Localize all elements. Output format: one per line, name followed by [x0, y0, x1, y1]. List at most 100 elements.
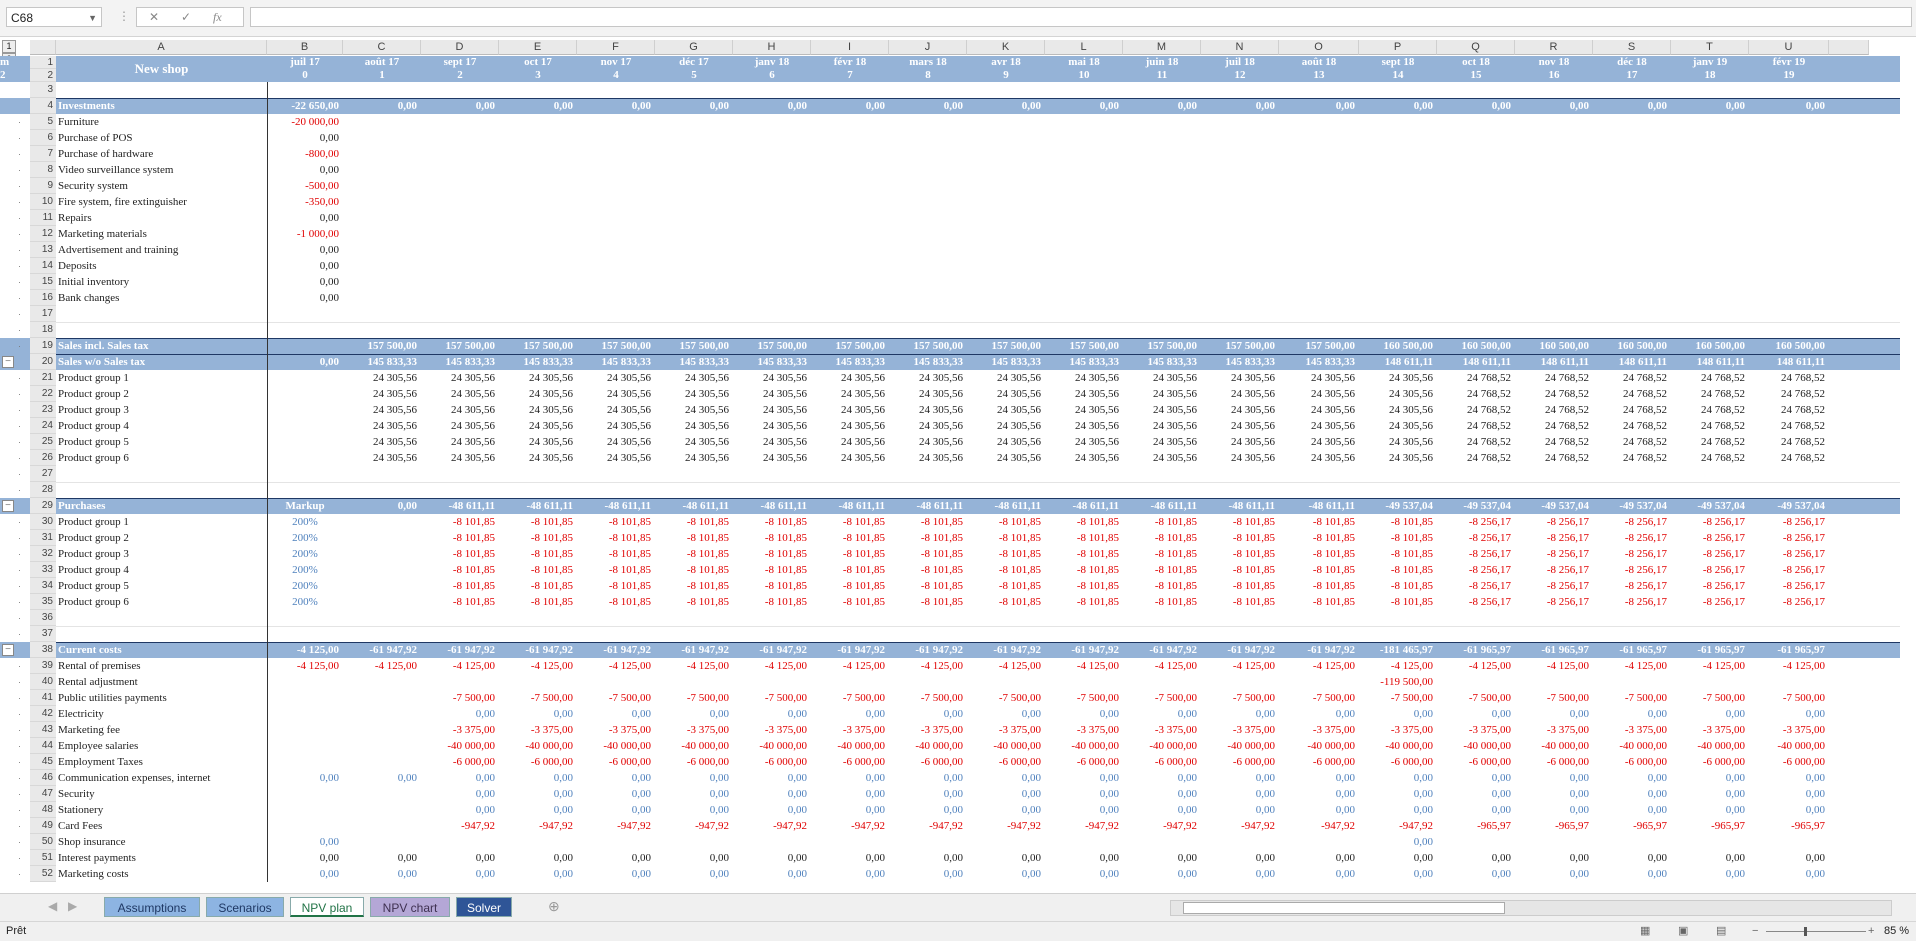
- row-label[interactable]: Marketing materials: [56, 226, 267, 242]
- value-cell[interactable]: [967, 114, 1045, 130]
- value-cell[interactable]: -8 101,85: [421, 514, 499, 530]
- value-cell[interactable]: 0,00: [1593, 850, 1671, 866]
- zoom-slider[interactable]: [1766, 927, 1866, 936]
- value-cell[interactable]: 0,00: [1279, 770, 1359, 786]
- row-label[interactable]: Purchase of hardware: [56, 146, 267, 162]
- value-cell[interactable]: [811, 834, 889, 850]
- value-cell[interactable]: 0,00: [1123, 706, 1201, 722]
- value-cell[interactable]: [1359, 258, 1437, 274]
- value-cell[interactable]: [1515, 210, 1593, 226]
- value-cell[interactable]: -947,92: [1123, 818, 1201, 834]
- value-cell[interactable]: -8 101,85: [1279, 514, 1359, 530]
- value-cell[interactable]: [1515, 242, 1593, 258]
- value-cell[interactable]: [1749, 210, 1829, 226]
- row-header[interactable]: 39: [30, 658, 56, 674]
- value-cell[interactable]: 0,00: [1123, 850, 1201, 866]
- column-header-L[interactable]: L: [1045, 40, 1123, 55]
- value-cell[interactable]: -947,92: [811, 818, 889, 834]
- value-cell[interactable]: -947,92: [655, 818, 733, 834]
- value-cell[interactable]: [1359, 290, 1437, 306]
- value-cell[interactable]: -8 101,85: [1359, 562, 1437, 578]
- value-cell[interactable]: -6 000,00: [1201, 754, 1279, 770]
- value-cell[interactable]: -8 101,85: [1359, 578, 1437, 594]
- value-cell[interactable]: -3 375,00: [1123, 722, 1201, 738]
- value-cell[interactable]: -7 500,00: [1123, 690, 1201, 706]
- value-cell[interactable]: -40 000,00: [1359, 738, 1437, 754]
- value-cell[interactable]: [499, 242, 577, 258]
- value-cell[interactable]: 24 305,56: [343, 386, 421, 402]
- value-cell[interactable]: 0,00: [1593, 866, 1671, 882]
- value-cell[interactable]: 0,00: [1359, 770, 1437, 786]
- value-cell[interactable]: [967, 258, 1045, 274]
- value-cell[interactable]: 24 305,56: [889, 450, 967, 466]
- row-label[interactable]: Initial inventory: [56, 274, 267, 290]
- value-cell[interactable]: [1201, 114, 1279, 130]
- value-cell[interactable]: [577, 674, 655, 690]
- value-cell[interactable]: [1045, 130, 1123, 146]
- section-value[interactable]: 148 611,11: [1515, 354, 1593, 370]
- value-cell[interactable]: [1279, 258, 1359, 274]
- value-cell[interactable]: [1671, 210, 1749, 226]
- value-cell-b[interactable]: [267, 818, 343, 834]
- value-cell[interactable]: -947,92: [1201, 818, 1279, 834]
- value-cell[interactable]: 0,00: [1437, 866, 1515, 882]
- value-cell[interactable]: -8 101,85: [811, 594, 889, 610]
- value-cell[interactable]: 0,00: [1515, 706, 1593, 722]
- value-cell[interactable]: [1593, 274, 1671, 290]
- value-cell[interactable]: [1279, 130, 1359, 146]
- value-cell[interactable]: -8 101,85: [655, 546, 733, 562]
- value-cell[interactable]: 24 305,56: [1201, 370, 1279, 386]
- value-cell[interactable]: 24 305,56: [421, 450, 499, 466]
- section-value[interactable]: -49 537,04: [1515, 498, 1593, 514]
- value-cell[interactable]: [1437, 130, 1515, 146]
- value-cell[interactable]: 24 305,56: [1201, 418, 1279, 434]
- empty-row[interactable]: [56, 610, 1900, 627]
- value-cell-b[interactable]: 200%: [267, 514, 343, 530]
- value-cell[interactable]: [1359, 130, 1437, 146]
- value-cell[interactable]: -8 256,17: [1593, 562, 1671, 578]
- value-cell[interactable]: 0,00: [1515, 850, 1593, 866]
- value-cell[interactable]: -8 101,85: [733, 514, 811, 530]
- row-header[interactable]: 27: [30, 466, 56, 482]
- value-cell[interactable]: [1359, 146, 1437, 162]
- value-cell[interactable]: -3 375,00: [1279, 722, 1359, 738]
- value-cell[interactable]: 0,00: [577, 866, 655, 882]
- section-value[interactable]: -61 947,92: [577, 642, 655, 658]
- value-cell[interactable]: [1359, 210, 1437, 226]
- value-cell[interactable]: -947,92: [967, 818, 1045, 834]
- row-label[interactable]: Electricity: [56, 706, 267, 722]
- value-cell[interactable]: 24 305,56: [421, 402, 499, 418]
- value-cell[interactable]: 0,00: [1123, 786, 1201, 802]
- row-header[interactable]: 29: [30, 498, 56, 514]
- value-cell[interactable]: 0,00: [889, 786, 967, 802]
- section-value[interactable]: -61 965,97: [1671, 642, 1749, 658]
- value-cell[interactable]: [811, 258, 889, 274]
- value-cell[interactable]: -8 256,17: [1593, 594, 1671, 610]
- value-cell[interactable]: [1671, 242, 1749, 258]
- value-cell[interactable]: -8 101,85: [811, 514, 889, 530]
- value-cell[interactable]: 24 768,52: [1593, 386, 1671, 402]
- value-cell[interactable]: -8 101,85: [421, 562, 499, 578]
- value-cell-b[interactable]: [267, 722, 343, 738]
- value-cell[interactable]: 24 305,56: [577, 450, 655, 466]
- section-value[interactable]: 145 833,33: [577, 354, 655, 370]
- value-cell[interactable]: -8 101,85: [1045, 530, 1123, 546]
- value-cell[interactable]: 24 768,52: [1671, 418, 1749, 434]
- value-cell[interactable]: [343, 738, 421, 754]
- value-cell[interactable]: 24 305,56: [1123, 402, 1201, 418]
- value-cell[interactable]: [655, 194, 733, 210]
- column-header-R[interactable]: R: [1515, 40, 1593, 55]
- value-cell[interactable]: [811, 194, 889, 210]
- value-cell[interactable]: [577, 242, 655, 258]
- value-cell[interactable]: [967, 226, 1045, 242]
- value-cell[interactable]: [1359, 242, 1437, 258]
- value-cell[interactable]: 0,00: [1593, 802, 1671, 818]
- value-cell[interactable]: 0,00: [967, 770, 1045, 786]
- value-cell[interactable]: 24 305,56: [421, 434, 499, 450]
- value-cell[interactable]: 24 305,56: [733, 434, 811, 450]
- value-cell[interactable]: [1593, 834, 1671, 850]
- value-cell[interactable]: -947,92: [421, 818, 499, 834]
- value-cell[interactable]: [1123, 834, 1201, 850]
- value-cell[interactable]: -8 101,85: [811, 546, 889, 562]
- value-cell[interactable]: -8 101,85: [967, 594, 1045, 610]
